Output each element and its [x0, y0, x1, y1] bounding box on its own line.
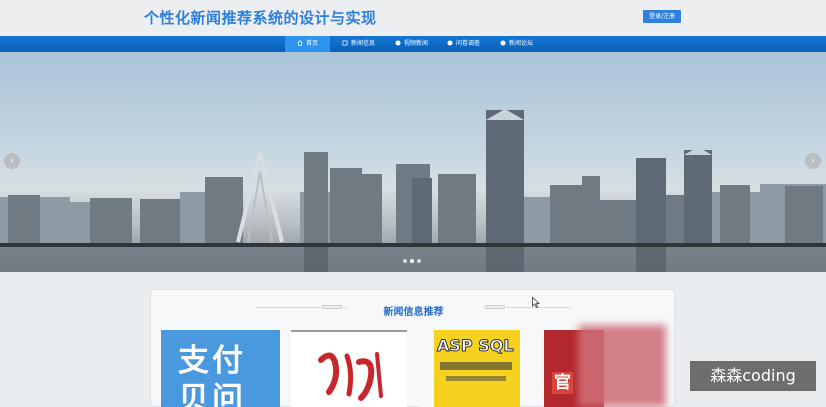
card-image-text: 支付 贝问 — [178, 343, 246, 407]
nav-item-forum[interactable]: 新闻论坛 — [500, 36, 533, 52]
nav-item-survey[interactable]: 问卷调查 — [447, 36, 480, 52]
nav-item-label: 视频新闻 — [404, 40, 429, 47]
carousel-next-button[interactable]: › — [805, 153, 821, 169]
card-image-text: 官 — [552, 372, 573, 394]
section-title: 新闻信息推荐 — [383, 307, 444, 318]
mouse-cursor-icon — [532, 297, 540, 308]
card-image-text: ASP SQL — [437, 336, 515, 356]
nav-item-label: 新闻论坛 — [509, 40, 534, 47]
book-subtitle-bar — [440, 362, 512, 370]
carousel-dot[interactable] — [403, 259, 407, 263]
news-icon — [342, 40, 348, 46]
book-cover: ASP SQL — [434, 330, 520, 407]
book-author-bar — [446, 376, 506, 381]
main-nav: 首页 新闻信息 视频新闻 问卷调查 新闻论坛 — [0, 36, 826, 52]
chevron-left-icon: ‹ — [10, 156, 14, 166]
nav-item-label: 首页 — [306, 40, 319, 47]
banner-carousel[interactable]: ‹ › — [0, 52, 826, 272]
forum-icon — [500, 40, 506, 46]
carousel-dot[interactable] — [417, 259, 421, 263]
news-card[interactable] — [291, 330, 407, 407]
watermark: 森森coding — [690, 361, 816, 391]
nav-item-label: 问卷调查 — [456, 40, 481, 47]
blurred-region — [578, 325, 666, 407]
chevron-right-icon: › — [811, 156, 815, 166]
nav-item-news[interactable]: 新闻信息 — [342, 36, 375, 52]
title-decoration-right — [485, 305, 505, 309]
survey-icon — [447, 40, 453, 46]
home-icon — [297, 40, 303, 46]
calligraphy-image — [318, 352, 383, 401]
site-title: 个性化新闻推荐系统的设计与实现 — [144, 9, 377, 27]
news-card[interactable]: 支付 贝问 — [161, 330, 280, 407]
nav-item-label: 新闻信息 — [351, 40, 376, 47]
nav-item-home[interactable]: 首页 — [285, 36, 331, 52]
login-register-button[interactable]: 登录/注册 — [643, 10, 681, 23]
video-icon — [395, 40, 401, 46]
carousel-prev-button[interactable]: ‹ — [4, 153, 20, 169]
nav-item-video-news[interactable]: 视频新闻 — [395, 36, 428, 52]
top-header: 个性化新闻推荐系统的设计与实现 登录/注册 — [0, 0, 826, 36]
city-skyline-image — [0, 109, 826, 272]
news-card[interactable]: ASP SQL — [419, 330, 520, 407]
carousel-dot[interactable] — [410, 259, 414, 263]
